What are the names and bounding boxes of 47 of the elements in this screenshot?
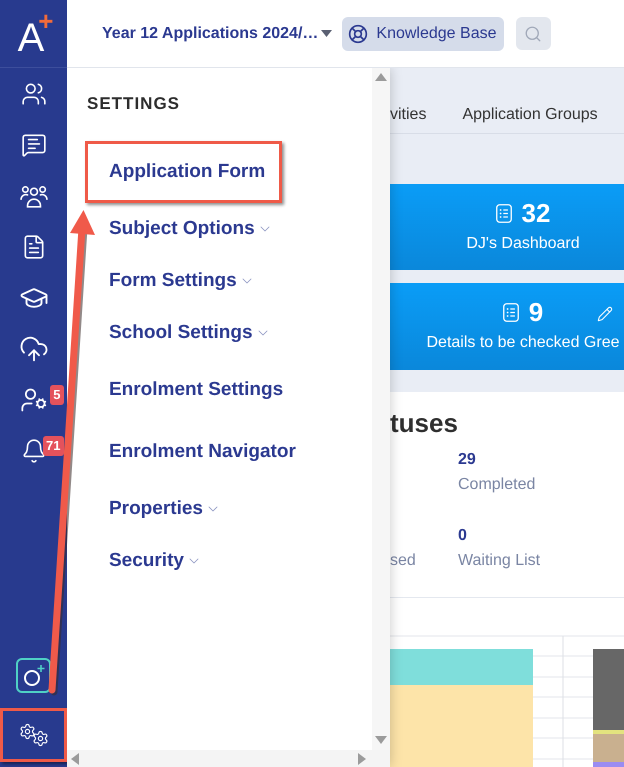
tab[interactable]: Application Groups: [462, 102, 598, 126]
menu-link[interactable]: School Settings: [88, 310, 285, 356]
pencil-icon: [597, 306, 613, 322]
user-gear-icon: [20, 386, 48, 414]
stat-label: Details to be checked Gree: [426, 333, 620, 353]
search-icon: [524, 24, 542, 42]
caret-icon: [321, 30, 332, 37]
scroll-down-icon[interactable]: [375, 736, 387, 744]
lifebuoy-icon: [348, 24, 368, 44]
status-count: 29: [458, 450, 476, 470]
menu-link[interactable]: Properties: [88, 486, 235, 532]
count-badge: 5: [50, 384, 64, 404]
menu-link[interactable]: Subject Options: [88, 206, 287, 252]
knowledge-base-button[interactable]: Knowledge Base: [342, 16, 504, 50]
people-icon: [20, 80, 46, 106]
list-icon: [496, 204, 512, 222]
menu-link[interactable]: Security: [88, 538, 216, 584]
menu-link[interactable]: Form Settings: [88, 258, 269, 304]
menu-link[interactable]: Application Form: [88, 144, 280, 200]
count-badge: 71: [43, 436, 64, 456]
list-icon: [502, 302, 519, 322]
status-label: Completed: [458, 475, 536, 495]
nav-button[interactable]: 5: [2, 378, 64, 422]
menu-link[interactable]: Enrolment Settings: [88, 362, 298, 418]
add-button[interactable]: [16, 658, 51, 693]
bell-icon: [20, 438, 46, 464]
menu-link[interactable]: Enrolment Navigator: [88, 424, 310, 480]
status-count: 0: [458, 526, 467, 546]
nav-button[interactable]: 71: [2, 428, 64, 472]
menu-heading: SETTINGS: [87, 94, 180, 114]
section-heading: tuses: [390, 408, 458, 438]
circle-plus-icon: [22, 664, 46, 688]
status-label: sed: [390, 551, 416, 571]
stat-label: DJ's Dashboard: [466, 234, 580, 254]
settings-icon: [18, 723, 48, 747]
status-label: Waiting List: [458, 551, 540, 571]
scroll-up-icon[interactable]: [375, 73, 387, 81]
stat-card[interactable]: 32 DJ's Dashboard: [390, 184, 624, 270]
application-selector[interactable]: Year 12 Applications 2024/…: [102, 22, 332, 46]
vertical-scrollbar[interactable]: [372, 68, 390, 750]
group-icon: [20, 184, 48, 208]
tab[interactable]: vities: [390, 102, 426, 126]
stat-value: 9: [528, 298, 544, 326]
stat-card[interactable]: 9 Details to be checked Gree: [390, 283, 624, 370]
chat-icon: [20, 132, 46, 158]
app-logo[interactable]: A+: [18, 10, 54, 58]
stat-value: 32: [522, 199, 550, 227]
